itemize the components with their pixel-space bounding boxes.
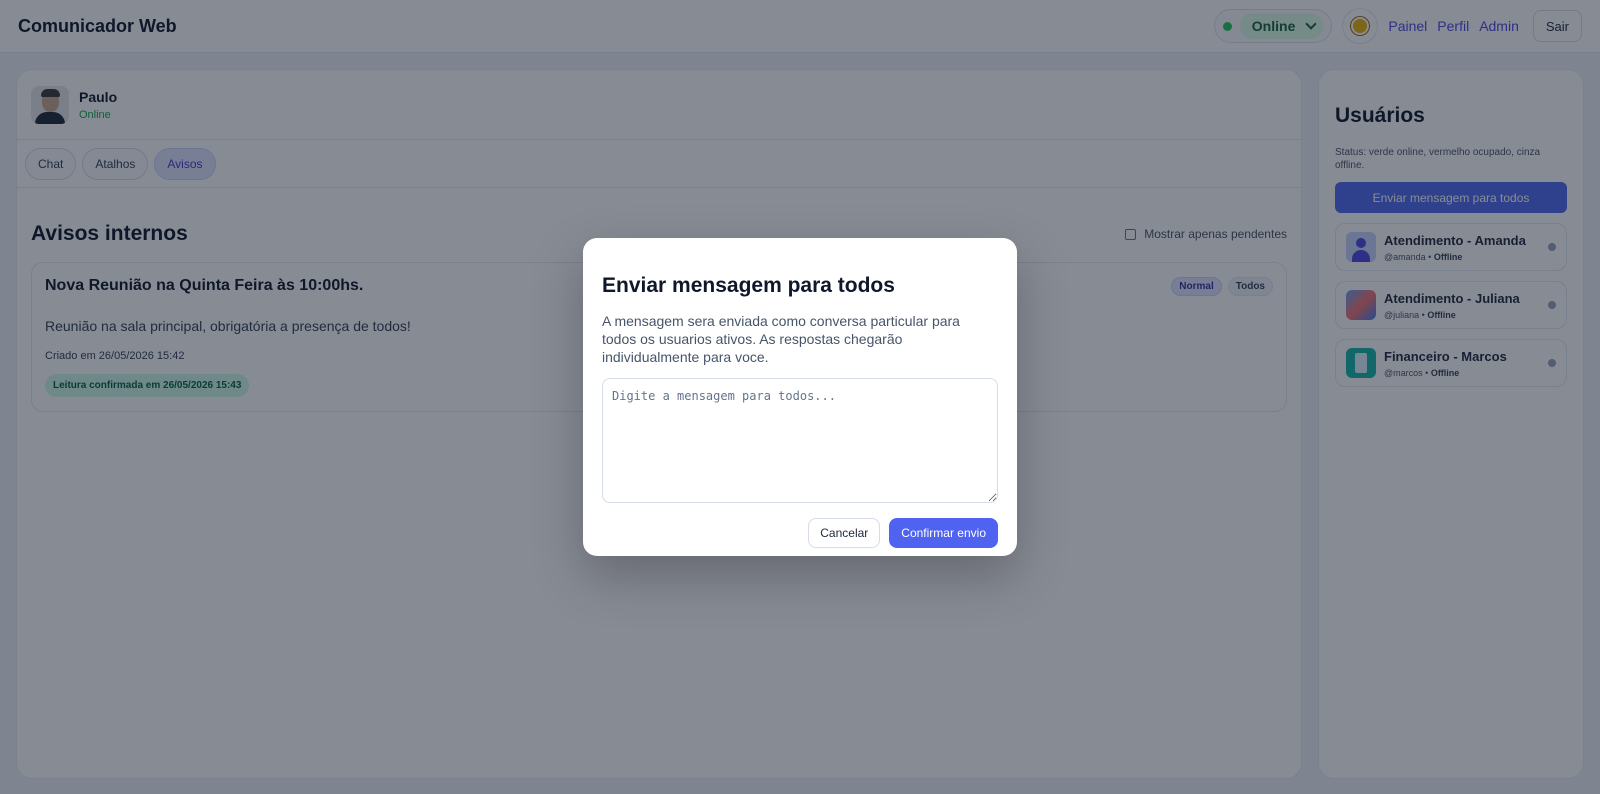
modal-description: A mensagem sera enviada como conversa pa…: [602, 313, 960, 365]
modal-title: Enviar mensagem para todos: [602, 274, 895, 297]
cancel-button[interactable]: Cancelar: [808, 518, 881, 548]
broadcast-modal: Enviar mensagem para todos A mensagem se…: [583, 238, 1017, 556]
confirm-send-button[interactable]: Confirmar envio: [889, 518, 998, 548]
broadcast-message-input[interactable]: [602, 378, 998, 503]
modal-actions: Cancelar Confirmar envio: [602, 518, 998, 548]
